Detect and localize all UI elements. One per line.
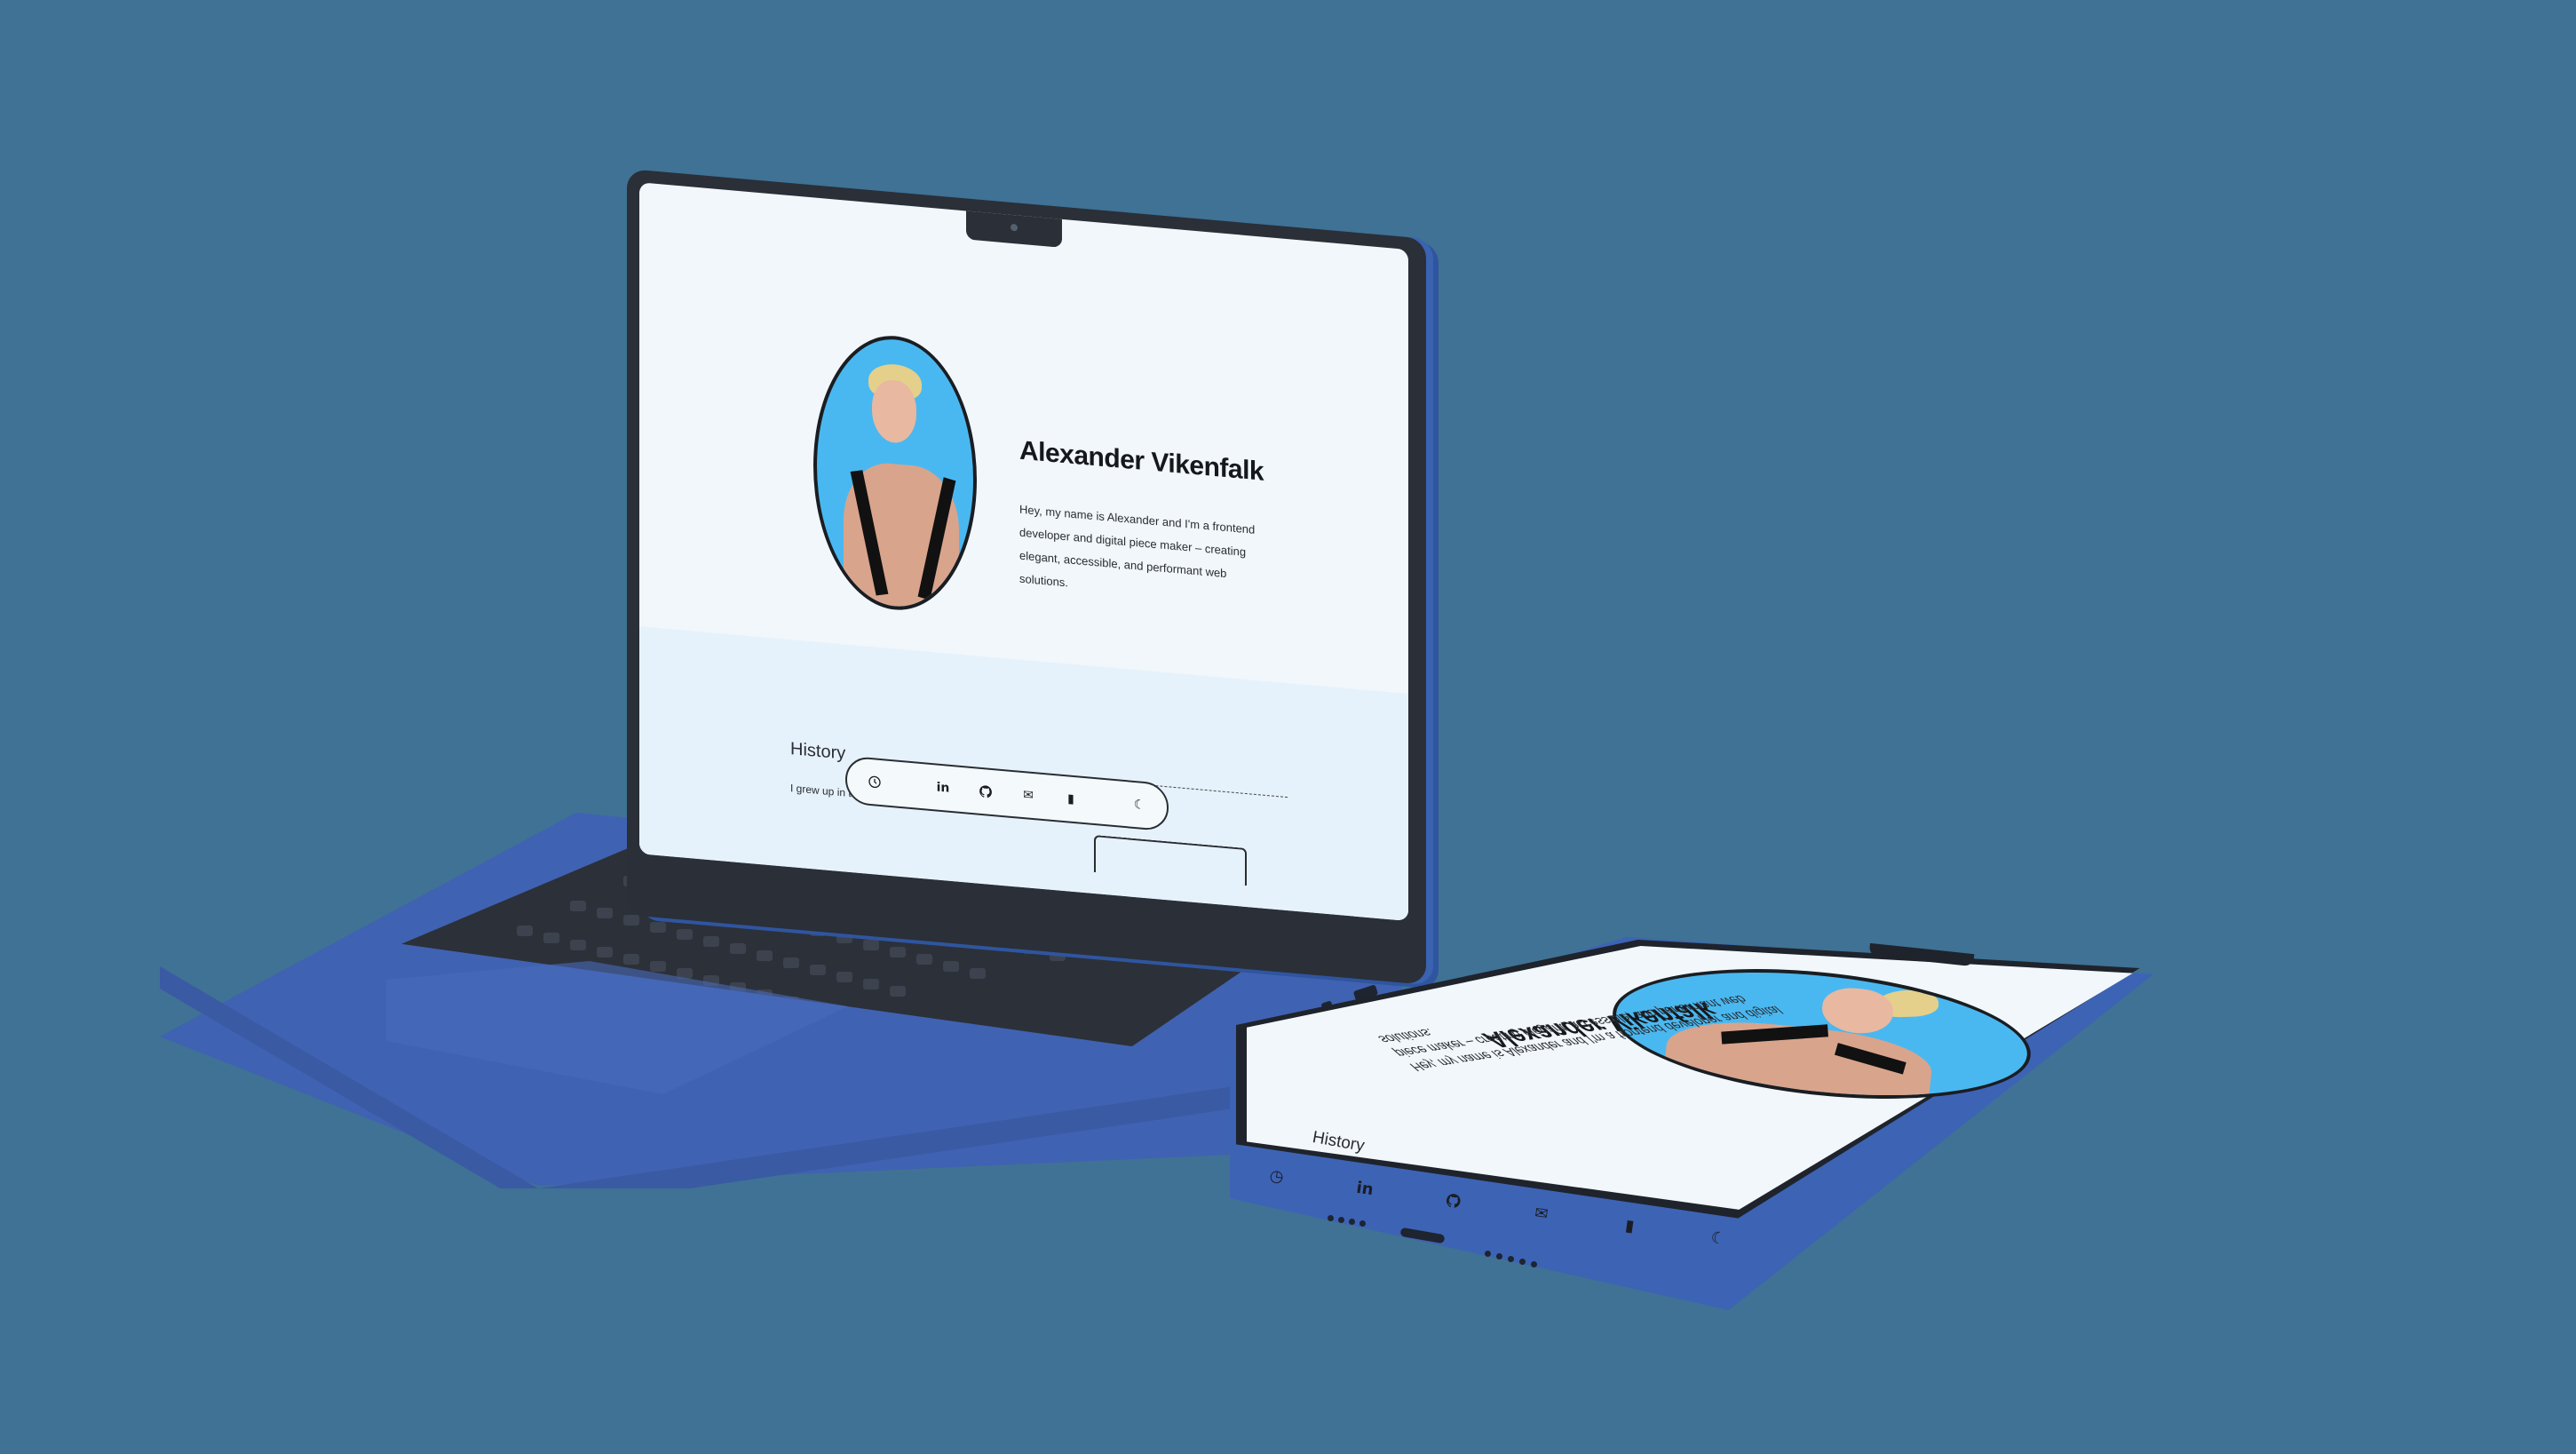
speaker-grille [1485,1251,1491,1257]
github-icon[interactable] [978,783,994,801]
laptop-mockup: Alexander Vikenfalk Hey, my name is Alex… [0,0,2576,1454]
phone-mail-icon[interactable]: ✉ [1533,1203,1550,1223]
phone-github-icon[interactable] [1444,1192,1462,1210]
document-icon[interactable]: ▮ [1063,791,1079,808]
speaker-grille [1338,1217,1344,1223]
laptop-screen: Alexander Vikenfalk Hey, my name is Alex… [639,182,1408,921]
speaker-grille [1359,1220,1366,1227]
profile-name: Alexander Vikenfalk [1019,435,1264,487]
phone-document-icon[interactable]: ▮ [1621,1216,1638,1236]
mail-icon[interactable]: ✉ [1020,787,1036,805]
speaker-grille [1328,1215,1334,1221]
phone-clock-icon[interactable]: ◷ [1268,1166,1286,1187]
speaker-grille [1531,1261,1537,1267]
linkedin-icon[interactable]: in [935,779,951,797]
speaker-grille [1508,1256,1514,1262]
camera-notch [966,209,1062,248]
phone-moon-icon[interactable]: ☾ [1709,1228,1727,1248]
speaker-grille [1496,1253,1502,1259]
clock-icon[interactable] [867,774,883,791]
speaker-grille [1519,1259,1526,1265]
phone-linkedin-icon[interactable]: in [1355,1178,1375,1198]
profile-bio: Hey, my name is Alexander and I'm a fron… [1019,502,1256,590]
speaker-grille [1349,1219,1355,1225]
camera-icon [1011,223,1018,232]
laptop-lid: Alexander Vikenfalk Hey, my name is Alex… [627,169,1426,985]
moon-icon[interactable]: ☾ [1131,797,1147,814]
avatar [813,329,977,617]
